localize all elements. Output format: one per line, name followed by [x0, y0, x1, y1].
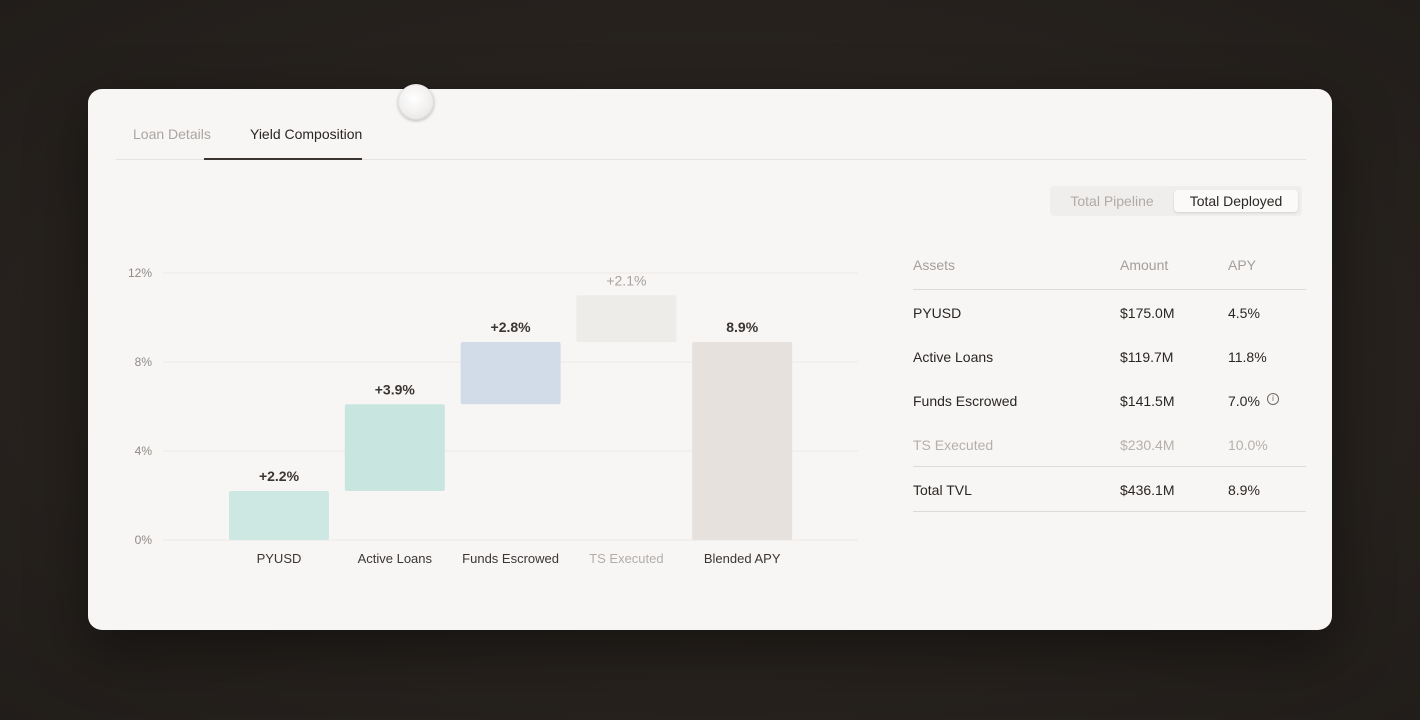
total-label: Total TVL — [913, 482, 972, 498]
bar — [460, 341, 561, 405]
table-row: Active Loans $119.7M 11.8% — [913, 334, 1306, 378]
header-assets: Assets — [913, 257, 956, 273]
bar — [229, 491, 329, 540]
bar — [692, 341, 793, 540]
bar — [344, 404, 445, 492]
tab-loan-details[interactable]: Loan Details — [133, 126, 211, 142]
y-tick-label: 12% — [128, 266, 152, 280]
x-tick-label: Blended APY — [704, 551, 781, 566]
toggle-total-pipeline[interactable]: Total Pipeline — [1054, 190, 1170, 212]
active-tab-indicator — [204, 158, 362, 160]
data-label: +2.2% — [259, 468, 300, 484]
data-label: 8.9% — [726, 319, 758, 335]
cursor-pointer — [398, 84, 434, 120]
total-amount: $436.1M — [1120, 482, 1175, 498]
pipeline-toggle: Total Pipeline Total Deployed — [1050, 186, 1302, 216]
table-row: PYUSD $175.0M 4.5% — [913, 290, 1306, 334]
toggle-total-deployed[interactable]: Total Deployed — [1174, 190, 1298, 212]
asset-amount: $230.4M — [1120, 437, 1175, 453]
asset-apy: 10.0% — [1228, 437, 1268, 453]
data-label: +2.8% — [491, 319, 532, 335]
x-tick-label: Active Loans — [358, 551, 433, 566]
x-tick-label: TS Executed — [589, 551, 663, 566]
y-tick-label: 0% — [135, 533, 153, 547]
asset-amount: $175.0M — [1120, 305, 1175, 321]
asset-name: Active Loans — [913, 349, 994, 365]
data-label: +3.9% — [375, 381, 416, 397]
asset-apy: 11.8% — [1228, 349, 1267, 365]
table-row: Funds Escrowed $141.5M 7.0% i — [913, 378, 1306, 422]
bar — [576, 295, 677, 342]
info-icon[interactable]: i — [1267, 393, 1279, 405]
asset-name: TS Executed — [913, 437, 994, 453]
asset-amount: $141.5M — [1120, 393, 1175, 409]
y-tick-label: 8% — [135, 355, 153, 369]
x-tick-label: PYUSD — [257, 551, 302, 566]
asset-apy: 4.5% — [1228, 305, 1260, 321]
header-amount: Amount — [1120, 257, 1169, 273]
yield-card: Loan Details Yield Composition Total Pip… — [88, 89, 1332, 630]
asset-amount: $119.7M — [1120, 349, 1174, 365]
y-tick-label: 4% — [135, 444, 153, 458]
tab-yield-composition[interactable]: Yield Composition — [250, 126, 362, 142]
tab-bar: Loan Details Yield Composition — [116, 89, 1306, 160]
x-tick-label: Funds Escrowed — [462, 551, 559, 566]
header-apy: APY — [1228, 257, 1257, 273]
assets-table: Assets Amount APY PYUSD $175.0M 4.5% Act… — [913, 249, 1306, 512]
total-apy: 8.9% — [1228, 482, 1260, 498]
data-label: +2.1% — [606, 272, 646, 288]
asset-name: PYUSD — [913, 305, 962, 321]
table-row: TS Executed $230.4M 10.0% — [913, 422, 1306, 466]
asset-name: Funds Escrowed — [913, 393, 1018, 409]
asset-apy: 7.0% — [1228, 393, 1260, 409]
total-row: Total TVL $436.1M 8.9% — [913, 466, 1306, 512]
yield-waterfall-chart: 0% 4% 8% 12% +2.2% PYUSD +3.9% Active Loans +2.8… — [128, 266, 858, 566]
table-header: Assets Amount APY — [913, 249, 1306, 290]
